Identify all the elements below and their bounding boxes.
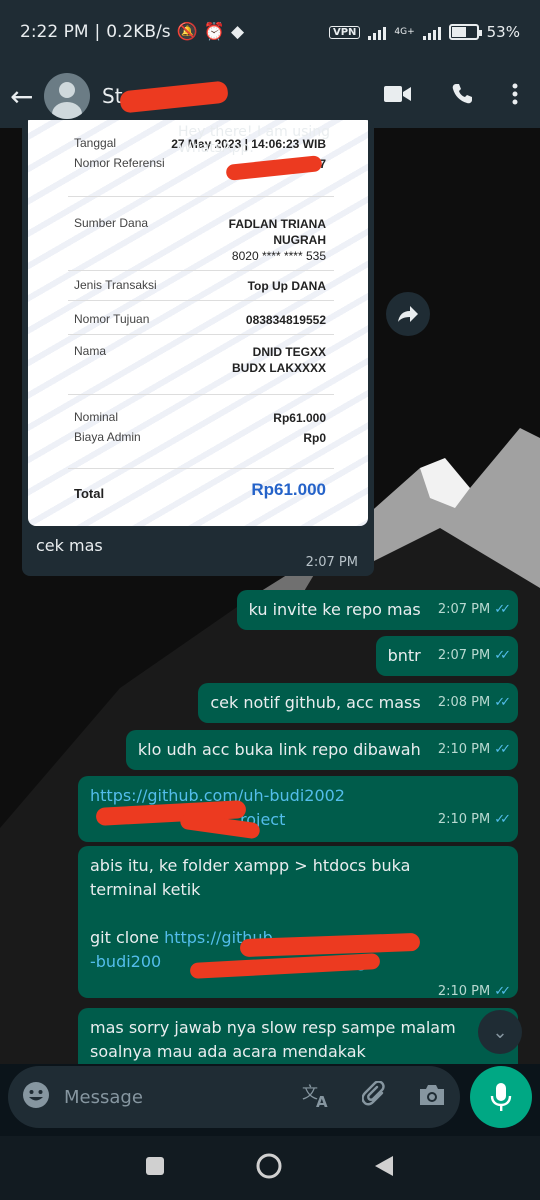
system-nav-bar <box>0 1136 540 1200</box>
chat-header: ← St <box>0 64 540 128</box>
message-text: bntr <box>387 646 421 665</box>
mic-icon <box>490 1083 512 1111</box>
message-text: git clone <box>90 928 165 947</box>
recents-icon[interactable] <box>145 1156 165 1180</box>
outgoing-message[interactable]: bntr 2:07 PM ✓✓ <box>375 636 518 676</box>
outgoing-message[interactable]: klo udh acc buka link repo dibawah 2:10 … <box>125 730 518 770</box>
message-text: terminal ketik <box>90 880 201 899</box>
composer-actions: 文A <box>302 1080 446 1113</box>
battery-percent: 53% <box>486 23 520 41</box>
header-actions <box>384 82 518 110</box>
message-text: cek notif github, acc mass <box>210 693 421 712</box>
receipt-label: Nomor Tujuan <box>74 312 150 326</box>
message-text: klo udh acc buka link repo dibawah <box>137 740 421 759</box>
redaction-mark <box>189 953 381 979</box>
receipt-label: Nominal <box>74 410 119 424</box>
forward-button[interactable] <box>386 292 430 336</box>
contact-name[interactable]: St <box>102 80 229 114</box>
message-time: 2:10 PM <box>437 812 491 827</box>
receipt-value: Top Up DANA <box>247 279 326 293</box>
message-time: 2:08 PM <box>437 695 491 710</box>
receipt-value: 083834819552 <box>245 313 326 327</box>
receipt-label: Tanggal <box>74 136 117 150</box>
receipt-value: Rp61.000 <box>273 411 326 425</box>
receipt-value: 8020 **** **** 535 <box>231 249 326 263</box>
receipt-label: Nomor Referensi <box>74 156 165 170</box>
receipt-value: Rp0 <box>303 431 326 445</box>
receipt-total-value: Rp61.000 <box>251 480 326 499</box>
message-text: mas sorry jawab nya slow resp sampe mala… <box>90 1018 456 1037</box>
receipt-value: BUDX LAKXXXX <box>231 361 326 375</box>
outgoing-message[interactable]: abis itu, ke folder xampp > htdocs buka … <box>78 846 518 999</box>
network-type: 4G+ <box>394 27 415 37</box>
camera-icon[interactable] <box>418 1083 446 1111</box>
mute-icon: 🔕 <box>176 22 198 42</box>
read-receipt-icon: ✓✓ <box>494 812 511 827</box>
vpn-badge: VPN <box>328 25 361 39</box>
clone-link-continued[interactable]: -budi200 <box>90 952 161 971</box>
receipt-value: FADLAN TRIANA <box>228 217 326 231</box>
translate-icon[interactable]: 文A <box>302 1082 332 1112</box>
message-time: 2:07 PM <box>437 602 491 617</box>
receipt-label: Biaya Admin <box>74 430 141 444</box>
message-time: 2:07 PM <box>305 555 358 570</box>
read-receipt-icon: ✓✓ <box>494 602 511 617</box>
clock: 2:22 PM <box>20 22 89 42</box>
alarm-icon: ⏰ <box>203 22 226 42</box>
receipt-value: DNID TEGXX <box>252 345 326 359</box>
status-bar: 2:22 PM | 0.2KB/s 🔕 ⏰ ◆ VPN 4G+ 53% <box>0 0 540 64</box>
battery-fill <box>451 27 466 37</box>
message-input[interactable] <box>64 1086 274 1108</box>
receipt-value: NUGRAH <box>273 233 326 247</box>
home-icon[interactable] <box>255 1152 283 1184</box>
receipt-total-label: Total <box>74 486 105 501</box>
read-receipt-icon: ✓✓ <box>494 648 511 663</box>
outgoing-message[interactable]: https://github.com/uh-budi2002 roject 2:… <box>78 776 518 842</box>
read-receipt-icon: ✓✓ <box>494 984 511 999</box>
emoji-icon[interactable] <box>22 1081 50 1113</box>
outgoing-message[interactable]: mas sorry jawab nya slow resp sampe mala… <box>78 1008 518 1064</box>
back-icon[interactable] <box>373 1154 395 1182</box>
outgoing-message[interactable]: cek notif github, acc mass 2:08 PM ✓✓ <box>198 683 518 723</box>
message-time: 2:10 PM <box>437 984 491 999</box>
image-caption: cek mas <box>36 536 103 555</box>
back-arrow-icon[interactable]: ← <box>10 80 42 113</box>
contact-about: Hey there! I am using WhatsApp. <box>178 124 331 156</box>
read-receipt-icon: ✓✓ <box>494 742 511 757</box>
voice-call-icon[interactable] <box>450 82 474 110</box>
scroll-down-button[interactable]: ⌄ <box>478 1010 522 1054</box>
status-left: 2:22 PM | 0.2KB/s 🔕 ⏰ ◆ <box>20 22 245 42</box>
signal-icon <box>368 24 387 40</box>
redaction-mark <box>119 80 229 114</box>
battery-icon <box>448 24 482 40</box>
video-call-icon[interactable] <box>384 84 412 108</box>
notification-icon: ◆ <box>231 22 245 42</box>
message-text: ku invite ke repo mas <box>248 600 421 619</box>
read-receipt-icon: ✓✓ <box>494 695 511 710</box>
mic-button[interactable] <box>470 1066 532 1128</box>
incoming-image-message[interactable]: Tanggal 27 May 2023 | 14:06:23 WIB Nomor… <box>22 120 374 576</box>
network-speed: 0.2KB/s <box>106 22 171 42</box>
status-right: VPN 4G+ 53% <box>328 23 520 41</box>
message-composer: 文A <box>8 1066 460 1128</box>
receipt-image[interactable]: Tanggal 27 May 2023 | 14:06:23 WIB Nomor… <box>28 120 368 526</box>
avatar[interactable] <box>44 73 90 119</box>
message-text: abis itu, ke folder xampp > htdocs buka <box>90 856 411 875</box>
message-time: 2:07 PM <box>437 648 491 663</box>
message-time: 2:10 PM <box>437 742 491 757</box>
chat-area[interactable]: Tanggal 27 May 2023 | 14:06:23 WIB Nomor… <box>0 120 540 1064</box>
signal-icon-2 <box>422 24 441 40</box>
svg-text:A: A <box>316 1093 328 1108</box>
receipt-label: Sumber Dana <box>74 216 149 230</box>
attach-icon[interactable] <box>361 1080 388 1113</box>
receipt-label: Nama <box>74 344 107 358</box>
receipt-label: Jenis Transaksi <box>74 278 157 292</box>
outgoing-message[interactable]: ku invite ke repo mas 2:07 PM ✓✓ <box>236 590 518 630</box>
message-text: soalnya mau ada acara mendakak <box>90 1042 366 1061</box>
more-options-icon[interactable] <box>512 82 518 110</box>
